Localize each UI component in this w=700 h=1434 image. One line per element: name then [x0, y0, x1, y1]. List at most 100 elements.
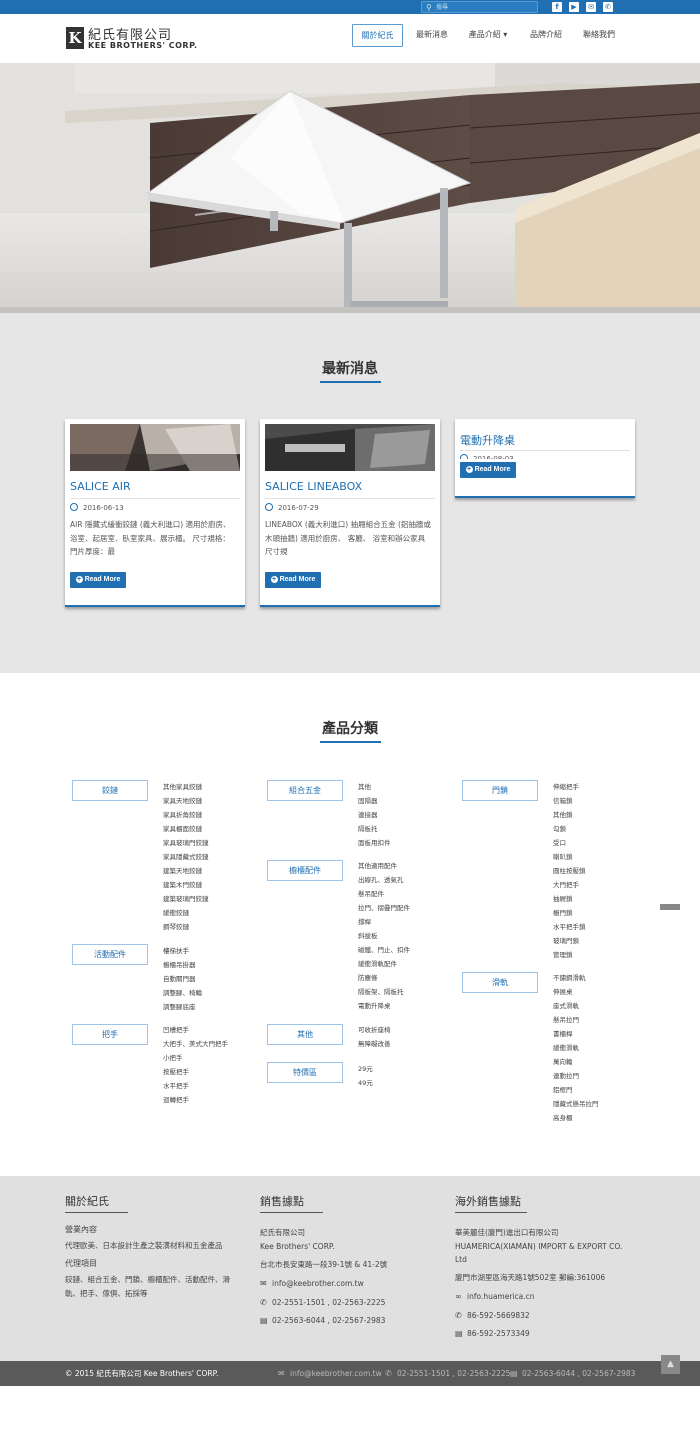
category-link[interactable]: 高身櫃 — [553, 1111, 599, 1125]
category-link[interactable]: 大門把手 — [553, 878, 586, 892]
category-link[interactable]: 拉門、摺疊門配件 — [358, 901, 410, 915]
category-assembly-button[interactable]: 組合五金 — [267, 780, 343, 801]
category-link[interactable]: 連接器 — [358, 808, 391, 822]
category-link[interactable]: 懸吊拉門 — [553, 1013, 599, 1027]
nav-products[interactable]: 產品介紹 ▾ — [463, 24, 513, 47]
category-sale-button[interactable]: 特價區 — [267, 1062, 343, 1083]
category-link[interactable]: 隔板托 — [358, 822, 391, 836]
copyright-email-row[interactable]: ✉ info@keebrother.com.tw — [278, 1369, 382, 1378]
category-link[interactable]: 緩衝滑軌配件 — [358, 957, 410, 971]
category-link[interactable]: 勾鎖 — [553, 822, 586, 836]
youtube-icon[interactable]: ▶ — [569, 2, 579, 12]
category-link[interactable]: 連動拉門 — [553, 1069, 599, 1083]
category-link[interactable]: 無障礙改善 — [358, 1037, 391, 1051]
nav-contact[interactable]: 聯絡我們 — [577, 24, 621, 47]
back-to-top-button[interactable]: ▲ — [661, 1355, 680, 1374]
footer-sales-email-row[interactable]: ✉ info@keebrother.com.tw — [260, 1279, 364, 1288]
nav-brands[interactable]: 品牌介紹 — [524, 24, 568, 47]
scroll-handle[interactable] — [660, 904, 680, 910]
category-link[interactable]: 可收折座椅 — [358, 1023, 391, 1037]
read-more-button[interactable]: + Read More — [70, 572, 126, 588]
category-link[interactable]: 迴轉把手 — [163, 1093, 228, 1107]
category-link[interactable]: 家具天地鉸鏈 — [163, 794, 209, 808]
category-link[interactable]: 建築天地鉸鏈 — [163, 864, 209, 878]
category-link[interactable]: 不鏽鋼滑軌 — [553, 971, 599, 985]
category-link[interactable]: 其他鎖 — [553, 808, 586, 822]
category-link[interactable]: 磁鐵、門止、扣件 — [358, 943, 410, 957]
category-link[interactable]: 玻璃門鎖 — [553, 934, 586, 948]
category-link[interactable]: 面板用扣件 — [358, 836, 391, 850]
read-more-button[interactable]: + Read More — [265, 572, 321, 588]
facebook-icon[interactable]: f — [552, 2, 562, 12]
web-text[interactable]: info.huamerica.cn — [467, 1292, 535, 1301]
category-link[interactable]: 49元 — [358, 1076, 373, 1090]
category-link[interactable]: 受口 — [553, 836, 586, 850]
read-more-button[interactable]: + Read More — [460, 462, 516, 478]
category-link[interactable]: 緩衝鉸鏈 — [163, 906, 209, 920]
category-link[interactable]: 大把手、美式大門把手 — [163, 1037, 228, 1051]
nav-news[interactable]: 最新消息 — [410, 24, 454, 47]
category-link[interactable]: 隱藏式懸吊拉門 — [553, 1097, 599, 1111]
news-card-title[interactable]: 電動升降桌 — [460, 432, 515, 448]
category-link[interactable]: 萬向輪 — [553, 1055, 599, 1069]
category-link[interactable]: 鋼琴鉸鏈 — [163, 920, 209, 934]
category-link[interactable]: 凹槽把手 — [163, 1023, 228, 1037]
category-link[interactable]: 書櫃桿 — [553, 1027, 599, 1041]
category-link[interactable]: 信箱鎖 — [553, 794, 586, 808]
category-link[interactable]: 鋁框門 — [553, 1083, 599, 1097]
category-link[interactable]: 家具玻璃門鉸鏈 — [163, 836, 209, 850]
nav-about[interactable]: 關於紀氏 — [352, 24, 403, 47]
search-box[interactable]: ⚲ — [421, 1, 538, 13]
category-link[interactable]: 緩衝滑軌 — [553, 1041, 599, 1055]
category-link[interactable]: 29元 — [358, 1062, 373, 1076]
phone-icon[interactable]: ✆ — [603, 2, 613, 12]
category-link[interactable]: 電動升降桌 — [358, 999, 410, 1013]
category-link[interactable]: 水平把手 — [163, 1079, 228, 1093]
search-input[interactable] — [436, 2, 536, 12]
category-link[interactable]: 其他家具鉸鏈 — [163, 780, 209, 794]
category-link[interactable]: 調整腳、椅輪 — [163, 986, 202, 1000]
footer-overseas-web-row[interactable]: ∞ info.huamerica.cn — [455, 1292, 535, 1301]
news-card-thumbnail[interactable] — [265, 424, 435, 471]
category-link[interactable]: 建築玻璃門鉸鏈 — [163, 892, 209, 906]
category-link[interactable]: 圓柱按壓鎖 — [553, 864, 586, 878]
category-link[interactable]: 固隔器 — [358, 794, 391, 808]
category-link[interactable]: 家具隱藏式鉸鏈 — [163, 850, 209, 864]
category-link[interactable]: 防塵條 — [358, 971, 410, 985]
category-link[interactable]: 水平把手鎖 — [553, 920, 586, 934]
category-link[interactable]: 管理鎖 — [553, 948, 586, 962]
category-link[interactable]: 伸縮把手 — [553, 780, 586, 794]
category-link[interactable]: 伸展桌 — [553, 985, 599, 999]
category-locks-button[interactable]: 門鎖 — [462, 780, 538, 801]
category-link[interactable]: 按壓把手 — [163, 1065, 228, 1079]
logo-subtitle[interactable]: KEE BROTHERS' CORP. — [88, 41, 198, 50]
category-link[interactable]: 家具櫃面鉸鏈 — [163, 822, 209, 836]
category-others-button[interactable]: 其他 — [267, 1024, 343, 1045]
category-link[interactable]: 小把手 — [163, 1051, 228, 1065]
category-link[interactable]: 懸吊配件 — [358, 887, 410, 901]
category-link[interactable]: 隔板架、隔板托 — [358, 985, 410, 999]
email-text[interactable]: info@keebrother.com.tw — [290, 1369, 382, 1378]
news-card-title[interactable]: SALICE LINEABOX — [265, 480, 362, 493]
category-link[interactable]: 喇叭鎖 — [553, 850, 586, 864]
category-link[interactable]: 出線孔、透氣孔 — [358, 873, 410, 887]
category-link[interactable]: 樓梯扶手 — [163, 944, 202, 958]
category-link[interactable]: 家具折角鉸鏈 — [163, 808, 209, 822]
category-movable-parts-button[interactable]: 活動配件 — [72, 944, 148, 965]
category-link[interactable]: 調整腳底座 — [163, 1000, 202, 1014]
news-card-thumbnail[interactable] — [70, 424, 240, 471]
category-link[interactable]: 座式滑軌 — [553, 999, 599, 1013]
category-link[interactable]: 櫥櫃吊掛器 — [163, 958, 202, 972]
logo-icon[interactable]: K — [66, 27, 84, 49]
category-link[interactable]: 建築木門鉸鏈 — [163, 878, 209, 892]
category-link[interactable]: 櫥門鎖 — [553, 906, 586, 920]
news-card-title[interactable]: SALICE AIR — [70, 480, 131, 493]
category-link[interactable]: 抽屜鎖 — [553, 892, 586, 906]
category-link[interactable]: 其他 — [358, 780, 391, 794]
category-handles-button[interactable]: 把手 — [72, 1024, 148, 1045]
category-slides-button[interactable]: 滑軌 — [462, 972, 538, 993]
mail-icon[interactable]: ✉ — [586, 2, 596, 12]
category-cabinet-parts-button[interactable]: 櫥櫃配件 — [267, 860, 343, 881]
email-text[interactable]: info@keebrother.com.tw — [272, 1279, 364, 1288]
category-link[interactable]: 撐桿 — [358, 915, 410, 929]
